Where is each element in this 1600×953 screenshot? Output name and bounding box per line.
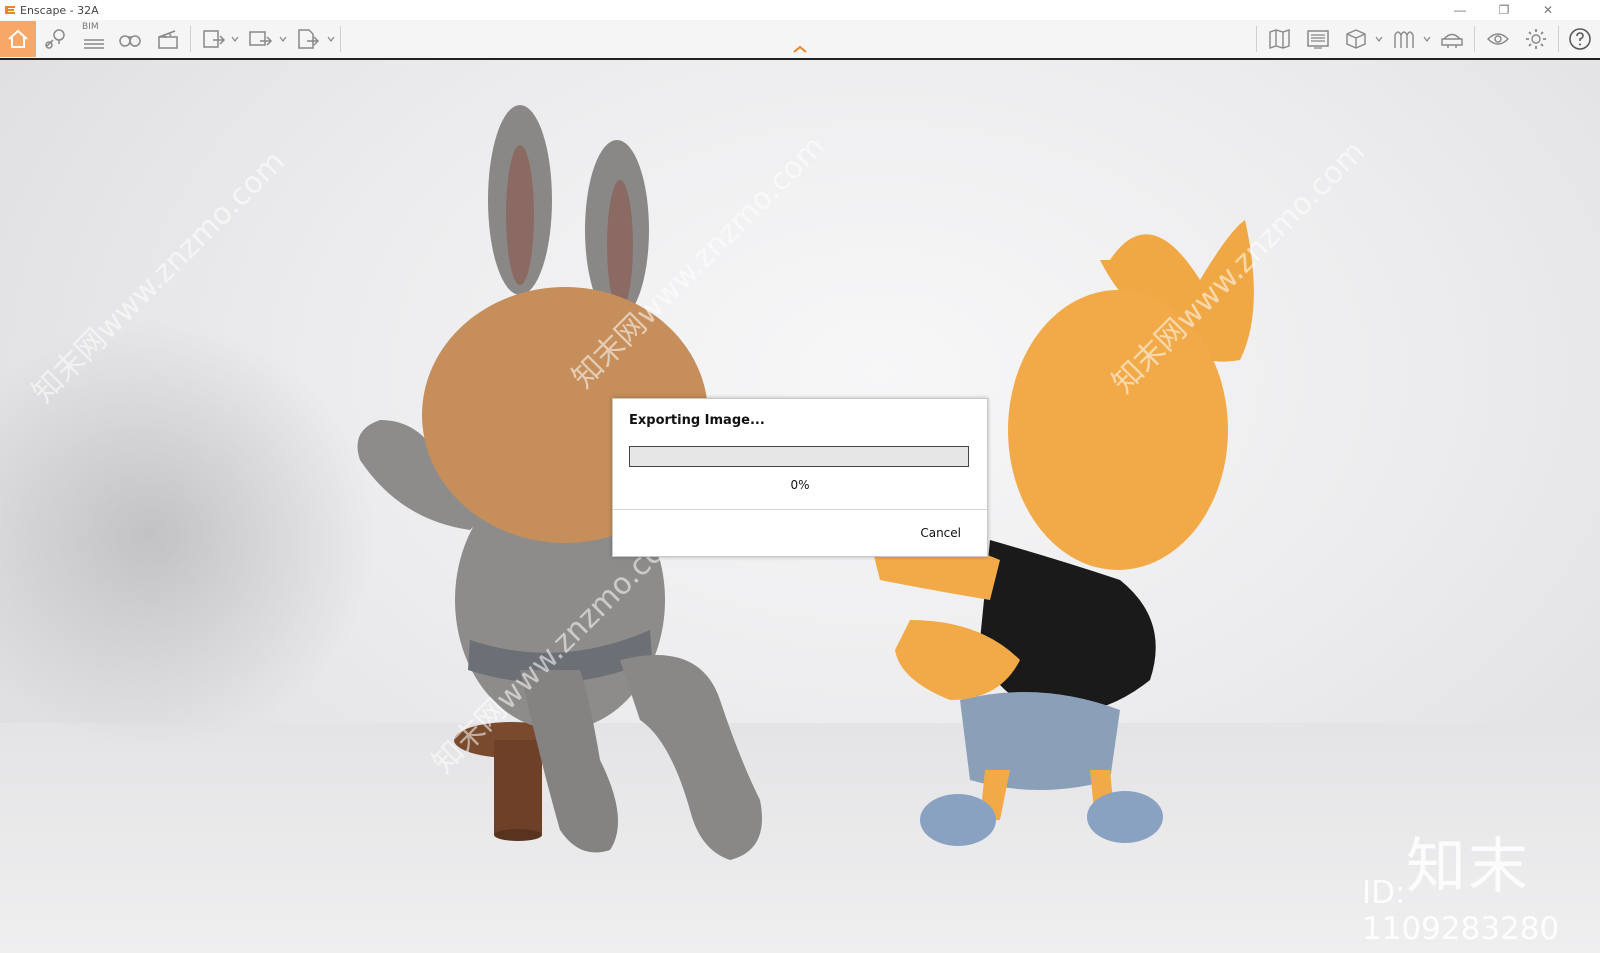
chevron-down-icon[interactable] [326,34,336,44]
settings-button[interactable] [1518,21,1554,57]
chevron-down-icon[interactable] [1422,34,1432,44]
image-export-icon [203,30,226,48]
home-icon [8,29,28,48]
watermark-id: ID: 1109283280 [1362,875,1560,947]
eye-icon [1487,33,1509,45]
export-dialog: Exporting Image... 0% Cancel [612,398,988,557]
walk-button[interactable] [112,21,148,57]
help-icon [1569,28,1591,50]
window-title: Enscape - 32A [20,3,99,17]
panorama-export-button[interactable] [242,21,278,57]
enscape-logo-icon [5,6,15,14]
screenshot-export-button[interactable] [196,21,232,57]
screen-button[interactable] [1300,21,1336,57]
close-button[interactable]: ✕ [1526,0,1570,20]
exe-export-button[interactable] [290,21,326,57]
chevron-down-icon[interactable] [1374,34,1384,44]
dialog-title: Exporting Image... [629,413,765,428]
cube-icon [1346,29,1366,49]
help-button[interactable] [1562,21,1598,57]
view-settings-button[interactable] [1338,21,1374,57]
panorama-export-icon [249,31,273,46]
dialog-divider [613,509,987,510]
visibility-button[interactable] [1480,21,1516,57]
clapperboard-icon [158,30,178,49]
collapse-toolbar-icon[interactable] [792,44,808,54]
home-button[interactable] [0,21,36,57]
cancel-button[interactable]: Cancel [914,522,967,544]
vr-headset-button[interactable] [1434,21,1470,57]
toolbar: BIM [0,20,1600,60]
hat-icon [1441,33,1463,48]
asset-icon [1394,31,1414,48]
video-editor-button[interactable] [150,21,186,57]
views-button[interactable] [38,21,74,57]
asset-library-button[interactable] [1386,21,1422,57]
chevron-down-icon[interactable] [230,34,240,44]
binoculars-icon [119,35,141,47]
gear-icon [1526,29,1546,49]
screen-icon [1307,30,1329,49]
chevron-down-icon[interactable] [278,34,288,44]
progress-percent: 0% [790,478,810,492]
map-icon [1269,29,1290,49]
location-pin-icon [45,29,65,49]
title-bar: Enscape - 32A — ❐ ✕ [0,0,1600,20]
bim-label: BIM [82,22,99,32]
exe-export-icon [298,29,320,49]
minimize-button[interactable]: — [1438,0,1482,20]
map-button[interactable] [1262,21,1298,57]
progress-bar [629,446,969,467]
restore-button[interactable]: ❐ [1482,0,1526,20]
